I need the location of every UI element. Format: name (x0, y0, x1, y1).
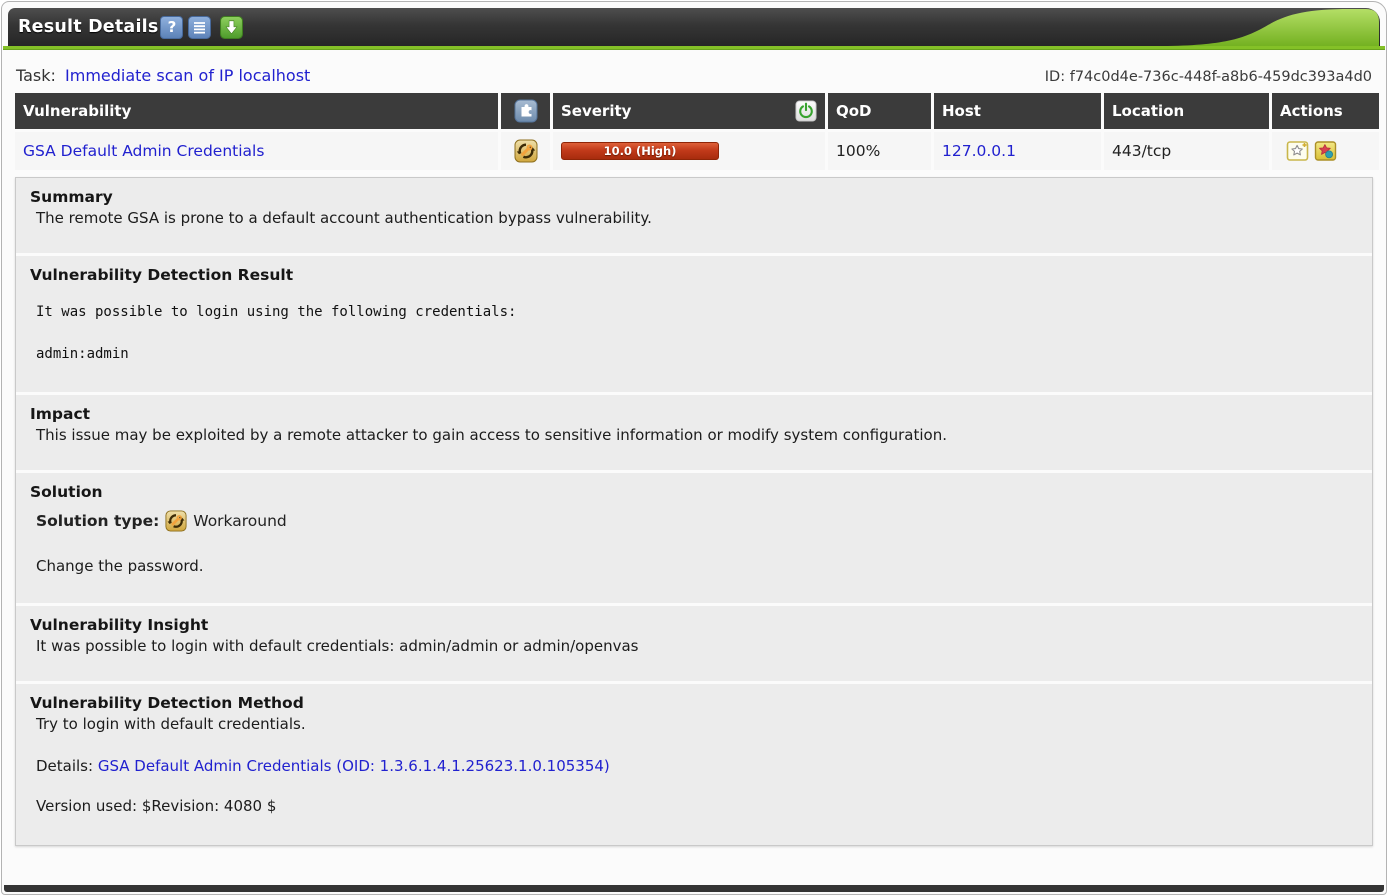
titlebar-swoosh (1168, 8, 1380, 46)
results-table: Vulnerability Severity (15, 93, 1373, 170)
content-area: Task: Immediate scan of IP localhost ID:… (3, 51, 1385, 884)
version-line: Version used: $Revision: 4080 $ (36, 797, 1358, 815)
version-value: $Revision: 4080 $ (142, 797, 277, 815)
column-header-host-label: Host (942, 102, 981, 120)
solution-type-puzzle-icon (514, 99, 538, 123)
severity-bar: 10.0 (High) (561, 142, 719, 160)
detail-sections: Summary The remote GSA is prone to a def… (15, 177, 1373, 846)
version-label: Version used: (36, 797, 137, 815)
add-override-icon[interactable] (1314, 141, 1337, 161)
add-note-icon[interactable] (1286, 141, 1309, 161)
solution-type-value: Workaround (193, 512, 286, 530)
section-detection-method-body: Try to login with default credentials. (36, 714, 1358, 735)
task-label: Task: (16, 66, 56, 85)
list-icon[interactable] (188, 16, 211, 39)
qod-value: 100% (836, 142, 880, 160)
section-solution: Solution Solution type: Workaround Chang… (16, 473, 1372, 603)
result-row-solution-type-cell (501, 132, 550, 170)
add-override-icon-glyph (1314, 141, 1337, 161)
result-row-severity-cell: 10.0 (High) (553, 132, 825, 170)
task-row: Task: Immediate scan of IP localhost ID:… (16, 66, 1372, 85)
section-detection-method-title: Vulnerability Detection Method (30, 693, 1358, 714)
section-impact-body: This issue may be exploited by a remote … (36, 425, 1358, 446)
result-row-host-cell: 127.0.0.1 (934, 132, 1101, 170)
column-header-severity: Severity (553, 93, 825, 129)
section-insight: Vulnerability Insight It was possible to… (16, 606, 1372, 681)
result-details-window: Result Details ? Task: Immediat (1, 1, 1387, 895)
column-header-actions: Actions (1272, 93, 1379, 129)
section-detection-result-title: Vulnerability Detection Result (30, 265, 1358, 286)
section-solution-body: Change the password. (36, 556, 1358, 577)
column-header-vulnerability: Vulnerability (15, 93, 498, 129)
page-title: Result Details (18, 17, 158, 37)
add-note-icon-glyph (1286, 141, 1309, 161)
help-icon[interactable]: ? (160, 16, 183, 39)
section-insight-body: It was possible to login with default cr… (36, 636, 1358, 657)
result-row-qod-cell: 100% (828, 132, 931, 170)
section-impact-title: Impact (30, 404, 1358, 425)
column-header-solution-type (501, 93, 550, 129)
section-impact: Impact This issue may be exploited by a … (16, 395, 1372, 470)
detection-result-line2: admin:admin (36, 346, 1358, 362)
column-header-location-label: Location (1112, 102, 1184, 120)
task-link[interactable]: Immediate scan of IP localhost (65, 66, 310, 85)
workaround-icon (165, 510, 187, 532)
section-solution-title: Solution (30, 482, 1358, 503)
host-link[interactable]: 127.0.0.1 (942, 142, 1016, 160)
list-icon-glyph (188, 16, 211, 39)
solution-type-label: Solution type: (36, 512, 159, 530)
details-line: Details: GSA Default Admin Credentials (… (36, 757, 1358, 775)
section-summary: Summary The remote GSA is prone to a def… (16, 178, 1372, 253)
window-bottom-bar (4, 885, 1384, 892)
result-row-location-cell: 443/tcp (1104, 132, 1269, 170)
column-header-location: Location (1104, 93, 1269, 129)
severity-override-power-icon[interactable] (795, 100, 817, 122)
titlebar: Result Details ? (8, 8, 1380, 46)
power-icon-glyph (795, 100, 817, 122)
accent-rule (3, 46, 1385, 50)
column-header-vulnerability-label: Vulnerability (23, 102, 131, 120)
details-label: Details: (36, 757, 93, 775)
vulnerability-link[interactable]: GSA Default Admin Credentials (23, 142, 264, 160)
details-link[interactable]: GSA Default Admin Credentials (OID: 1.3.… (98, 757, 610, 775)
column-header-actions-label: Actions (1280, 102, 1343, 120)
section-detection-method: Vulnerability Detection Method Try to lo… (16, 684, 1372, 845)
section-insight-title: Vulnerability Insight (30, 615, 1358, 636)
section-summary-title: Summary (30, 187, 1358, 208)
section-detection-result: Vulnerability Detection Result It was po… (16, 256, 1372, 392)
column-header-qod: QoD (828, 93, 931, 129)
section-summary-body: The remote GSA is prone to a default acc… (36, 208, 1358, 229)
result-id-value: f74c0d4e-736c-448f-a8b6-459dc393a4d0 (1070, 69, 1372, 85)
column-header-host: Host (934, 93, 1101, 129)
result-row-vulnerability-cell: GSA Default Admin Credentials (15, 132, 498, 170)
column-header-severity-label: Severity (561, 102, 631, 120)
severity-bar-label: 10.0 (High) (604, 144, 677, 158)
result-id-label: ID: (1045, 69, 1065, 85)
detection-result-line1: It was possible to login using the follo… (36, 304, 1358, 320)
download-icon[interactable] (220, 16, 243, 39)
solution-type-line: Solution type: Workaround (36, 510, 1358, 532)
column-header-qod-label: QoD (836, 102, 872, 120)
download-icon-glyph (220, 16, 243, 39)
workaround-icon (514, 139, 538, 163)
location-value: 443/tcp (1112, 142, 1171, 160)
result-row-actions-cell (1272, 132, 1379, 170)
